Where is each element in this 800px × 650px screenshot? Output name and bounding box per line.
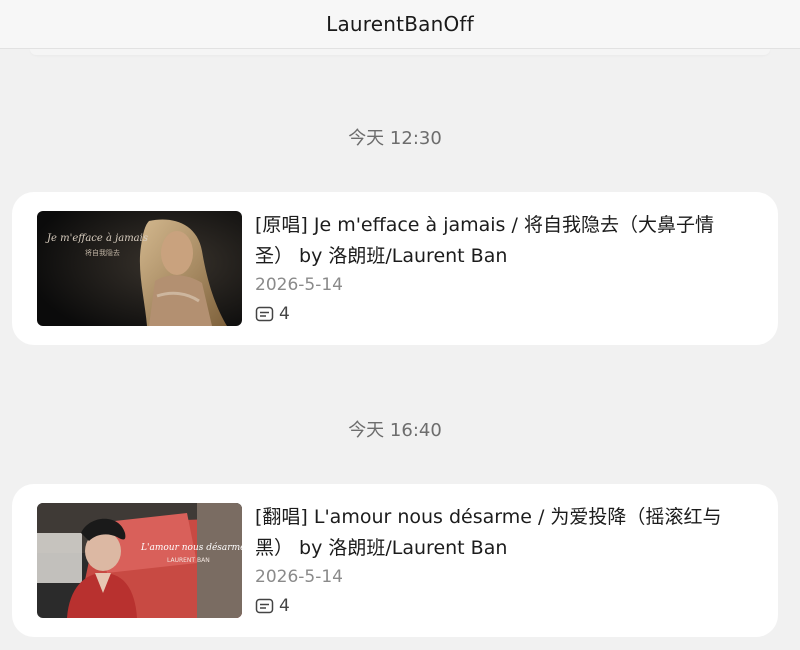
thumb-subtitle-text: 将自我隐去 [85, 248, 120, 257]
comment-count-value: 4 [279, 596, 290, 616]
thumb-title-text: Je m'efface à jamais [45, 233, 148, 244]
post-date: 2026-5-14 [255, 567, 343, 587]
comment-count[interactable]: 4 [255, 596, 290, 616]
header-divider [30, 49, 770, 55]
channel-title: LaurentBanOff [326, 12, 474, 36]
comment-icon [255, 306, 274, 321]
post-date: 2026-5-14 [255, 275, 343, 295]
post-timestamp: 今天 12:30 [348, 128, 442, 149]
top-bar: LaurentBanOff [0, 0, 800, 49]
post-thumbnail[interactable]: Je m'efface à jamais 将自我隐去 [37, 211, 242, 326]
post-card[interactable]: L'amour nous désarme LAURENT BAN [翻唱] L'… [12, 484, 778, 637]
post-card[interactable]: Je m'efface à jamais 将自我隐去 [原唱] Je m'eff… [12, 192, 778, 345]
comment-count-value: 4 [279, 304, 290, 324]
comment-icon [255, 598, 274, 613]
comment-count[interactable]: 4 [255, 304, 290, 324]
thumb-subtitle-text: LAURENT BAN [167, 557, 210, 564]
post-title[interactable]: [翻唱] L'amour nous désarme / 为爱投降（摇滚红与黑） … [255, 502, 745, 564]
post-thumbnail[interactable]: L'amour nous désarme LAURENT BAN [37, 503, 242, 618]
post-title[interactable]: [原唱] Je m'efface à jamais / 将自我隐去（大鼻子情圣）… [255, 210, 745, 272]
thumb-title-text: L'amour nous désarme [140, 542, 242, 553]
post-timestamp: 今天 16:40 [348, 420, 442, 441]
